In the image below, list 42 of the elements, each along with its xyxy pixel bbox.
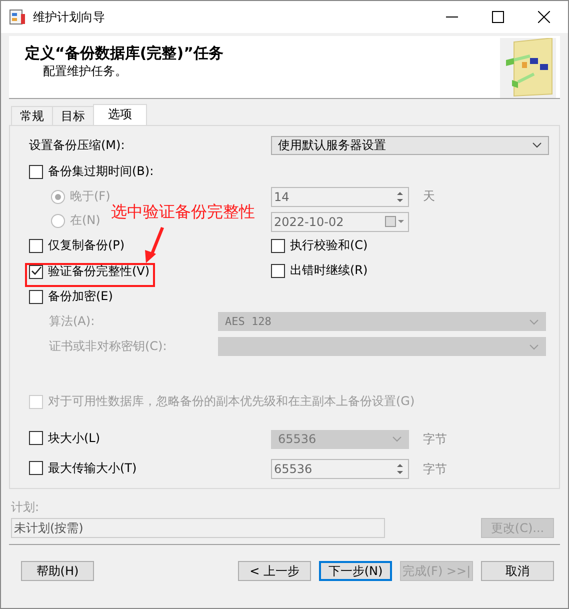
schedule-label: 计划: (11, 500, 40, 514)
wizard-app-icon (9, 8, 27, 26)
page-subtitle: 配置维护任务。 (42, 63, 128, 80)
window-title: 维护计划向导 (33, 8, 105, 26)
checkbox[interactable]: 执行校验和(C) (271, 237, 368, 254)
calendar-icon[interactable] (385, 216, 405, 228)
tab[interactable]: 常规 (11, 106, 53, 125)
dialog-button[interactable]: 取消 (481, 561, 554, 581)
annotation-arrow (142, 226, 166, 264)
number-spinner[interactable]: 65536 (271, 459, 409, 479)
checkbox[interactable]: 仅复制备份(P) (29, 237, 125, 254)
field-label: 算法(A): (49, 313, 96, 330)
dialog-button[interactable]: < 上一步 (238, 561, 311, 581)
tab[interactable]: 目标 (52, 106, 94, 125)
annotation-text: 选中验证备份完整性 (111, 203, 255, 221)
tab[interactable]: 选项 (93, 104, 147, 125)
field-label: 设置备份压缩(M): (29, 136, 126, 154)
checkbox[interactable]: 备份集过期时间(B): (29, 163, 154, 180)
close-icon[interactable] (538, 11, 550, 23)
chevron-down-icon (529, 344, 539, 350)
checkbox[interactable]: 块大小(L) (29, 430, 100, 447)
spinner-arrows-icon[interactable] (395, 190, 405, 202)
dialog-button[interactable]: 帮助(H) (21, 561, 94, 581)
page-title: 定义“备份数据库(完整)”任务 (25, 44, 224, 63)
chevron-down-icon (532, 142, 542, 148)
checkmark-icon (30, 266, 42, 277)
maximize-icon[interactable] (492, 11, 504, 23)
chevron-down-icon (392, 436, 402, 442)
unit-label: 字节 (423, 460, 447, 478)
checkbox[interactable]: 备份加密(E) (29, 288, 113, 305)
unit-label: 天 (423, 188, 435, 205)
chevron-down-icon (529, 318, 539, 324)
dialog-button[interactable]: 下一步(N) (319, 561, 392, 581)
compression-dropdown[interactable]: 使用默认服务器设置 (271, 136, 549, 154)
schedule-field: 未计划(按需) (11, 518, 385, 538)
checkbox[interactable]: 出错时继续(R) (271, 262, 368, 280)
spinner-arrows-icon[interactable] (395, 463, 405, 475)
checkbox[interactable]: 验证备份完整性(V) (29, 263, 150, 280)
wizard-diagram-icon (500, 38, 556, 98)
field-label: 证书或非对称密钥(C): (49, 338, 168, 355)
unit-label: 字节 (423, 430, 447, 448)
checkbox[interactable]: 最大传输大小(T) (29, 460, 137, 477)
